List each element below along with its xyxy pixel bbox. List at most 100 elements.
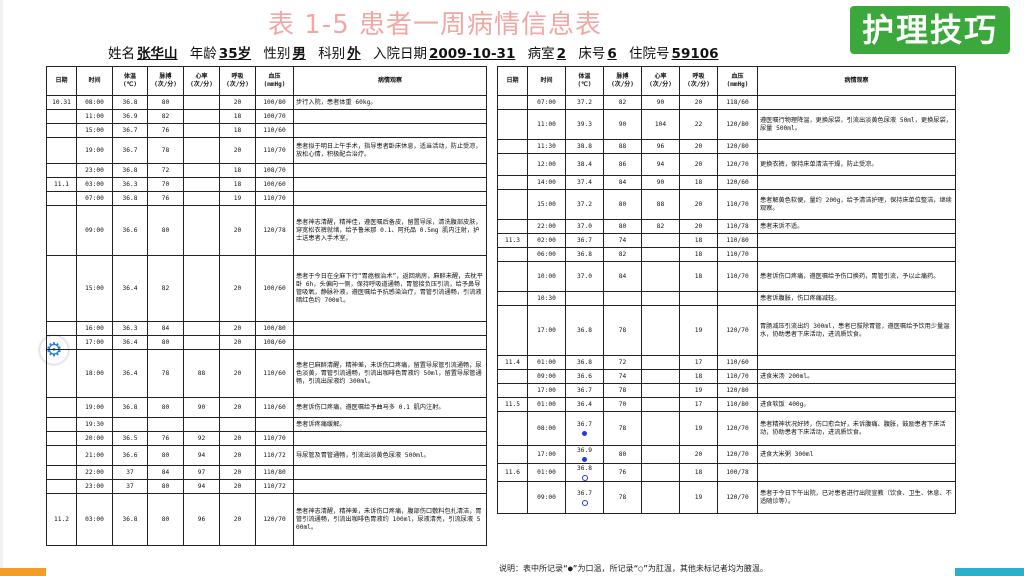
- date-cell: 11.3: [497, 233, 528, 248]
- heart-rate-value: 94: [656, 160, 665, 168]
- heart-rate-value: 104: [654, 120, 667, 128]
- observation-cell: 患者于今日在全麻下行“胃癌根治术”，返回病房，麻醉未醒，去枕平卧 6h，头偏向一…: [293, 255, 487, 322]
- heart-rate-cell: 96: [183, 493, 220, 546]
- respiration-cell: 20: [679, 95, 718, 110]
- time-value: 19:30: [85, 420, 104, 428]
- time-cell: 20:00: [76, 431, 113, 446]
- temperature-value: 36.7: [577, 386, 592, 394]
- temperature-value: 37.4: [577, 178, 592, 186]
- observation-value: 患者诉伤口疼痛，遵医嘱给予伤口换药，胃管引流，予以止痛药。: [760, 272, 940, 280]
- temperature-value: 36.6: [122, 451, 138, 459]
- heart-rate-cell: 90: [641, 95, 680, 110]
- temperature-cell: 36.5: [112, 431, 148, 446]
- observation-cell: 患者神志清醒，精神佳，遵医嘱后备皮，留置导尿，清洗腹部皮肤，穿宽松衣裤就绪，给予…: [293, 205, 487, 256]
- respiration-value: 20: [233, 403, 242, 411]
- blood-pressure-value: 100/60: [263, 180, 286, 188]
- heart-rate-cell: [183, 123, 220, 138]
- time-cell: 09:00: [76, 205, 113, 256]
- time-cell: 03:00: [76, 177, 113, 192]
- blood-pressure-cell: 110/70: [717, 247, 758, 262]
- table-row: 11.1 03:00 36.3 70 18 100/60: [46, 177, 487, 192]
- observation-cell: 患者解黄色软便，量约 200g，给予清洁护理，保持床单位整洁，继续观察。: [757, 189, 956, 220]
- heart-rate-value: 90: [656, 178, 665, 186]
- date-cell: [497, 481, 528, 514]
- table-row: 16:00 36.3 84 20 100/80: [46, 321, 487, 336]
- patient-age: 35岁: [218, 46, 252, 62]
- date-value: 11.5: [505, 400, 520, 408]
- column-header: 脉搏 (次/分): [603, 66, 642, 96]
- blood-pressure-cell: 110/60: [255, 123, 294, 138]
- table-row: 15:00 36.7 76 18 110/60: [46, 123, 487, 138]
- temperature-cell: 37.2: [565, 189, 604, 220]
- blood-pressure-cell: 120/70: [255, 493, 294, 546]
- date-cell: [497, 291, 528, 306]
- observation-cell: [757, 233, 956, 248]
- observation-cell: [757, 463, 956, 482]
- temperature-cell: 36.4: [112, 255, 148, 322]
- temperature-cell: 36.8: [112, 397, 148, 418]
- time-cell: 11:00: [76, 109, 113, 124]
- heart-rate-value: 90: [197, 403, 206, 411]
- observation-cell: 患者于今日下午出院，已对患者进行出院宣教（饮食、卫生、休息、不适随诊等）。: [757, 481, 956, 514]
- observation-cell: [293, 109, 487, 124]
- temperature-value: 36.8: [122, 194, 138, 202]
- time-cell: 23:00: [76, 163, 113, 178]
- date-cell: [497, 139, 528, 154]
- pulse-cell: 76: [603, 463, 642, 482]
- blood-pressure-cell: 110/60: [717, 355, 758, 370]
- time-value: 21:00: [85, 451, 104, 459]
- blood-pressure-value: 110/78: [726, 222, 749, 230]
- blood-pressure-value: 108/60: [263, 338, 286, 346]
- time-cell: 15:00: [76, 123, 113, 138]
- table-row: 19:30 患者诉疼痛缓解。: [46, 417, 487, 432]
- blood-pressure-value: 120/78: [263, 226, 286, 234]
- time-value: 23:00: [85, 482, 104, 490]
- time-cell: 15:00: [76, 255, 113, 322]
- blood-pressure-value: 120/80: [726, 120, 749, 128]
- time-value: 22:00: [537, 222, 556, 230]
- observation-cell: [293, 163, 487, 178]
- heart-rate-cell: [183, 109, 220, 124]
- temperature-cell: 37.2: [565, 95, 604, 110]
- blood-pressure-value: 100/60: [263, 284, 286, 292]
- blood-pressure-value: 110/70: [726, 272, 749, 280]
- temperature-cell: 36.3: [112, 321, 148, 336]
- time-cell: 07:00: [527, 95, 566, 110]
- time-cell: 19:00: [76, 397, 113, 418]
- time-value: 15:00: [537, 200, 556, 208]
- respiration-value: 19: [233, 194, 242, 202]
- observation-cell: 患者已麻醉清醒，精神差，未诉伤口疼痛，留置导尿管引流通畅，尿色淡黄，胃管引流通畅…: [293, 349, 487, 398]
- respiration-value: 22: [694, 120, 703, 128]
- respiration-value: 20: [694, 160, 703, 168]
- table-row: 20:00 36.5 76 92 20 110/70: [46, 431, 487, 446]
- observation-cell: 步行入院，患者体重 60kg。: [293, 95, 487, 110]
- heart-rate-cell: 96: [641, 139, 680, 154]
- patient-sex: 男: [292, 46, 306, 62]
- heart-rate-cell: 94: [641, 153, 680, 176]
- pulse-value: 80: [161, 482, 170, 490]
- time-value: 10:30: [537, 294, 556, 302]
- temperature-cell: 38.8: [565, 139, 604, 154]
- vitals-table-left: 日期 时间 体温 (℃) 脉搏 (次/分) 心率 (次/分) 呼吸 (次/分) 血压 (mmHg) 病情…: [46, 66, 487, 546]
- temperature-value: 36.8: [577, 464, 592, 472]
- respiration-cell: 20: [219, 255, 256, 322]
- temperature-cell: 37: [112, 479, 148, 494]
- date-cell: [46, 479, 77, 494]
- table-row: 11:30 38.8 88 96 20 120/80: [497, 139, 956, 154]
- heart-rate-cell: [641, 383, 680, 398]
- patient-info-line: 姓名 张华山 年龄 35岁 性别男 科别外 入院日期 2009-10-31 病室 2 床…: [108, 42, 721, 62]
- pulse-cell: 78: [147, 349, 184, 398]
- date-cell: [497, 261, 528, 292]
- temperature-value: 37: [126, 468, 134, 476]
- respiration-value: 20: [694, 142, 703, 150]
- heart-rate-value: 88: [197, 369, 206, 377]
- table-row: 23:00 37 80 94 20 110/72: [46, 479, 487, 494]
- observation-cell: [293, 479, 487, 494]
- temperature-cell: 36.4: [112, 335, 148, 350]
- temperature-cell: 37: [112, 465, 148, 480]
- temperature-cell: 39.3: [565, 109, 604, 140]
- blood-pressure-value: 100/70: [263, 112, 286, 120]
- temperature-cell: 36.7: [565, 233, 604, 248]
- blood-pressure-value: 100/80: [263, 98, 286, 106]
- date-cell: [46, 335, 77, 350]
